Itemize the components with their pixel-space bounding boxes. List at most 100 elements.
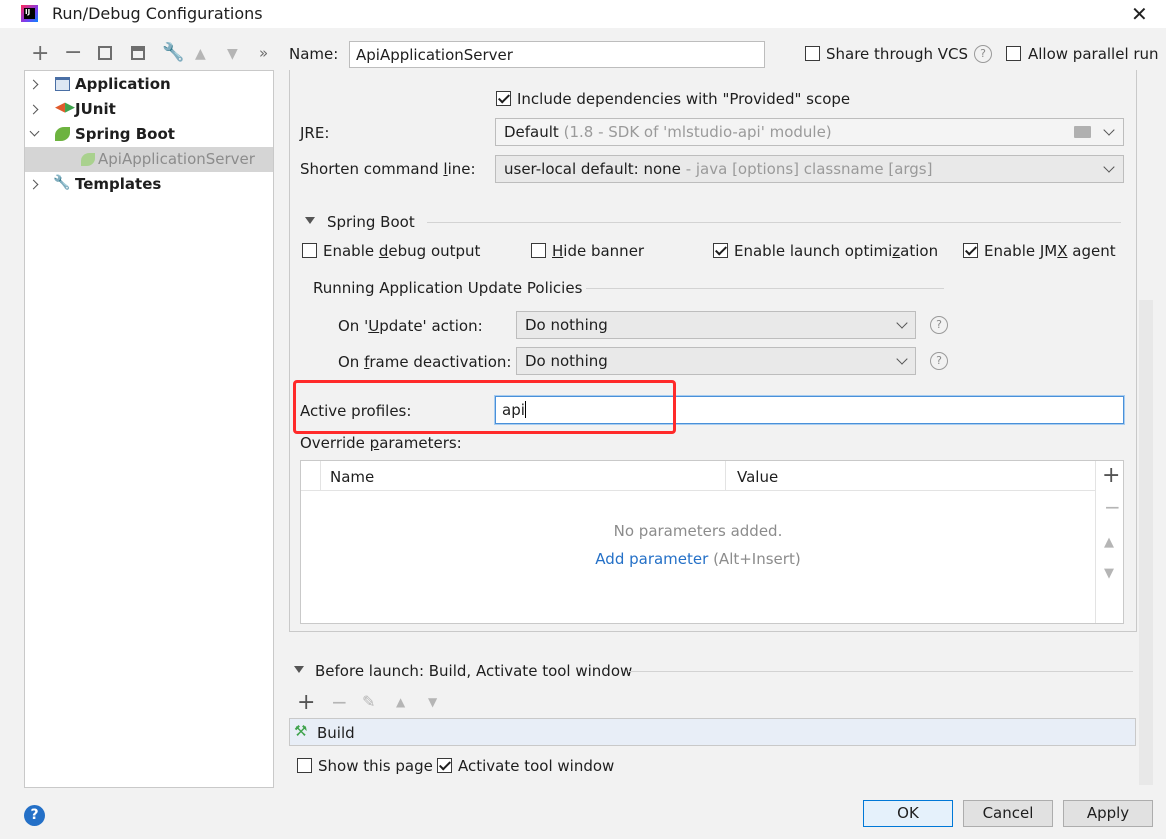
intellij-logo-icon: IJ [21, 5, 38, 22]
apply-button[interactable]: Apply [1063, 800, 1153, 827]
table-side-toolbar: + − ▲ ▼ [1095, 461, 1124, 623]
hide-banner-checkbox[interactable] [531, 243, 546, 258]
add-icon[interactable]: + [297, 690, 315, 715]
collapse-triangle-icon[interactable] [305, 217, 315, 224]
jre-hint: (1.8 - SDK of 'mlstudio-api' module) [563, 123, 832, 141]
update-action-combo[interactable]: Do nothing [516, 311, 916, 339]
junit-icon: ◀▶ [55, 100, 75, 115]
help-icon[interactable]: ? [930, 316, 948, 334]
share-vcs-label: Share through VCS [826, 45, 969, 63]
debug-output-label: Enable debug output [323, 242, 481, 260]
collapse-arrow-icon[interactable] [29, 126, 40, 137]
jre-combo[interactable]: Default (1.8 - SDK of 'mlstudio-api' mod… [495, 118, 1124, 146]
parameters-table[interactable]: Name Value + − ▲ ▼ No parameters added. … [300, 460, 1124, 624]
help-icon[interactable]: ? [930, 352, 948, 370]
copy-icon[interactable] [98, 46, 112, 60]
collapse-triangle-icon[interactable] [294, 666, 304, 673]
before-launch-list[interactable]: ⚒ Build [289, 718, 1136, 746]
shorten-value: user-local default: none [504, 160, 681, 178]
add-parameter-shortcut: (Alt+Insert) [713, 550, 801, 568]
move-up-icon[interactable]: ▲ [195, 45, 206, 63]
debug-output-checkbox[interactable] [302, 243, 317, 258]
list-item[interactable]: Build [317, 724, 355, 742]
table-header: Name Value [301, 461, 1095, 491]
tree-item-templates[interactable]: 🔧 Templates [25, 172, 273, 197]
panel-scrollbar[interactable] [1139, 300, 1153, 785]
tree-item-label: JUnit [75, 100, 116, 118]
save-icon[interactable] [131, 46, 145, 60]
add-parameter-row: Add parameter (Alt+Insert) [301, 550, 1095, 568]
divider [586, 288, 944, 289]
remove-icon[interactable]: − [64, 42, 82, 64]
shorten-combo[interactable]: user-local default: none - java [options… [495, 155, 1124, 183]
add-icon[interactable]: + [31, 43, 49, 65]
cancel-button[interactable]: Cancel [963, 800, 1053, 827]
help-button[interactable]: ? [24, 805, 45, 826]
ok-button[interactable]: OK [863, 800, 953, 827]
include-deps-checkbox[interactable] [496, 91, 511, 106]
divider [427, 222, 1121, 223]
close-icon[interactable]: ✕ [1131, 2, 1148, 26]
expand-arrow-icon[interactable] [28, 179, 39, 190]
tree-item-label: Spring Boot [75, 125, 175, 143]
wrench-icon[interactable]: 🔧 [162, 44, 184, 62]
frame-deact-value: Do nothing [525, 352, 608, 370]
frame-deact-combo[interactable]: Do nothing [516, 347, 916, 375]
include-deps-label: Include dependencies with "Provided" sco… [517, 90, 851, 108]
expand-arrow-icon[interactable] [28, 79, 39, 90]
launch-opt-checkbox[interactable] [713, 243, 728, 258]
allow-parallel-label: Allow parallel run [1028, 45, 1159, 63]
update-action-value: Do nothing [525, 316, 608, 334]
chevron-down-icon[interactable] [1103, 124, 1115, 136]
help-icon[interactable]: ? [974, 45, 992, 63]
before-launch-label: Before launch: Build, Activate tool wind… [315, 662, 633, 680]
title-bar: IJ Run/Debug Configurations ✕ [0, 0, 1166, 28]
shorten-hint: - java [options] classname [args] [685, 160, 933, 178]
more-icon[interactable]: » [259, 44, 268, 62]
application-icon [55, 77, 70, 91]
spring-boot-section-label: Spring Boot [327, 213, 415, 231]
remove-icon[interactable]: − [331, 690, 348, 714]
tree-item-api-application-server[interactable]: ApiApplicationServer [25, 147, 273, 172]
hammer-icon: ⚒ [294, 722, 308, 740]
edit-icon[interactable]: ✎ [362, 692, 375, 711]
move-up-icon[interactable]: ▲ [1104, 535, 1114, 550]
move-up-icon[interactable]: ▲ [396, 695, 405, 709]
activate-tool-window-checkbox[interactable] [437, 758, 452, 773]
hide-banner-label: Hide banner [552, 242, 645, 260]
remove-icon[interactable]: − [1104, 495, 1121, 519]
add-parameter-link[interactable]: Add parameter [595, 550, 708, 568]
jmx-checkbox[interactable] [963, 243, 978, 258]
highlight-box [293, 380, 676, 434]
chevron-down-icon[interactable] [896, 353, 908, 365]
chevron-down-icon[interactable] [1103, 161, 1115, 173]
name-input[interactable]: ApiApplicationServer [349, 41, 765, 68]
share-vcs-checkbox[interactable] [805, 46, 820, 61]
tree-item-junit[interactable]: ◀▶ JUnit [25, 97, 273, 122]
tree-item-application[interactable]: Application [25, 72, 273, 97]
tree-item-spring-boot[interactable]: Spring Boot [25, 122, 273, 147]
show-page-label: Show this page [318, 757, 433, 775]
jmx-label: Enable JMX agent [984, 242, 1116, 260]
frame-deact-label: On frame deactivation: [338, 353, 512, 371]
move-down-icon[interactable]: ▼ [1104, 566, 1114, 581]
expand-arrow-icon[interactable] [28, 104, 39, 115]
move-down-icon[interactable]: ▼ [428, 695, 437, 709]
move-down-icon[interactable]: ▼ [227, 45, 238, 63]
add-icon[interactable]: + [1102, 463, 1120, 488]
policies-label: Running Application Update Policies [313, 279, 583, 297]
jre-value: Default [504, 123, 559, 141]
override-label: Override parameters: [300, 434, 462, 452]
allow-parallel-checkbox[interactable] [1006, 46, 1021, 61]
shorten-label: Shorten command line: [300, 160, 476, 178]
folder-icon[interactable] [1074, 126, 1091, 138]
wrench-icon: 🔧 [53, 175, 71, 191]
show-page-checkbox[interactable] [297, 758, 312, 773]
config-tree[interactable]: Application ◀▶ JUnit Spring Boot ApiAppl… [24, 70, 274, 788]
chevron-down-icon[interactable] [896, 317, 908, 329]
column-header-value[interactable]: Value [737, 468, 778, 486]
empty-text: No parameters added. [613, 522, 783, 540]
column-header-name[interactable]: Name [330, 468, 374, 486]
launch-opt-label: Enable launch optimization [734, 242, 939, 260]
activate-tool-window-label: Activate tool window [458, 757, 615, 775]
